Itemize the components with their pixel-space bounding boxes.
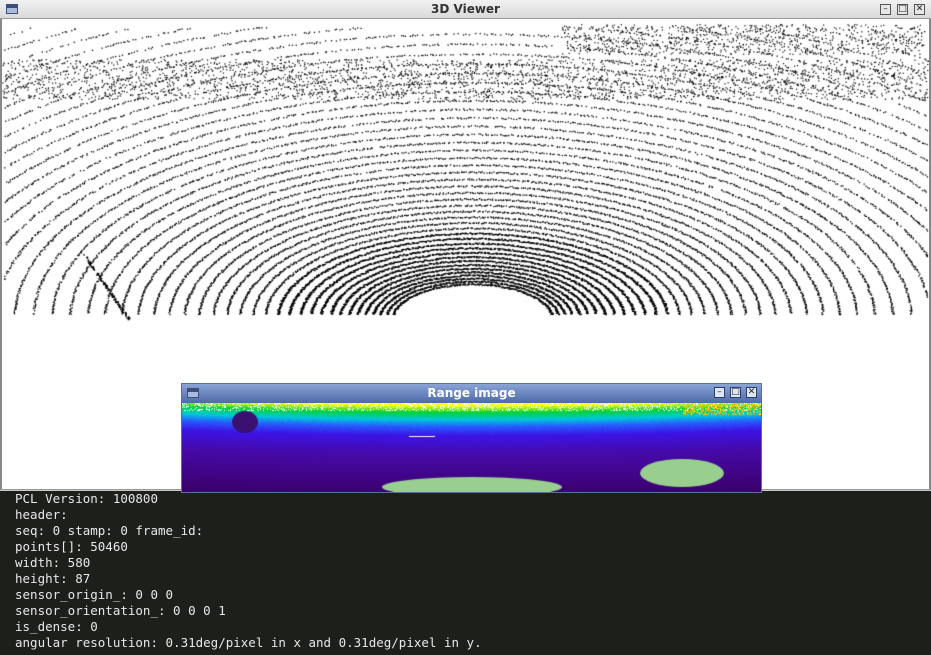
minimize-icon[interactable]: – — [880, 4, 891, 15]
console-line: PCL Version: 100800 — [15, 491, 158, 506]
console-line: header: — [15, 507, 68, 522]
maximize-icon[interactable]: □ — [897, 4, 908, 15]
console-line: is_dense: 0 — [15, 619, 98, 634]
viewer-titlebar[interactable]: 3D Viewer – □ ✕ — [0, 0, 931, 19]
console-line: angular resolution: 0.31deg/pixel in x a… — [15, 635, 482, 650]
range-image-canvas — [182, 403, 761, 492]
window-title: 3D Viewer — [431, 2, 500, 16]
console-line: height: 87 — [15, 571, 91, 586]
close-icon[interactable]: ✕ — [746, 387, 757, 398]
minimize-icon[interactable]: – — [714, 387, 725, 398]
console-line: width: 580 — [15, 555, 91, 570]
console-line: sensor_origin_: 0 0 0 — [15, 587, 174, 602]
close-icon[interactable]: ✕ — [914, 4, 925, 15]
console-line: sensor_orientation_: 0 0 0 1 — [15, 603, 226, 618]
range-image-window[interactable]: Range image – □ ✕ — [181, 383, 762, 493]
console-line: seq: 0 stamp: 0 frame_id: — [15, 523, 204, 538]
range-image-title: Range image — [427, 386, 516, 400]
maximize-icon[interactable]: □ — [730, 387, 741, 398]
console-line: points[]: 50460 — [15, 539, 128, 554]
range-image-titlebar[interactable]: Range image – □ ✕ — [182, 384, 761, 403]
console-output: PCL Version: 100800 header: seq: 0 stamp… — [0, 491, 931, 655]
